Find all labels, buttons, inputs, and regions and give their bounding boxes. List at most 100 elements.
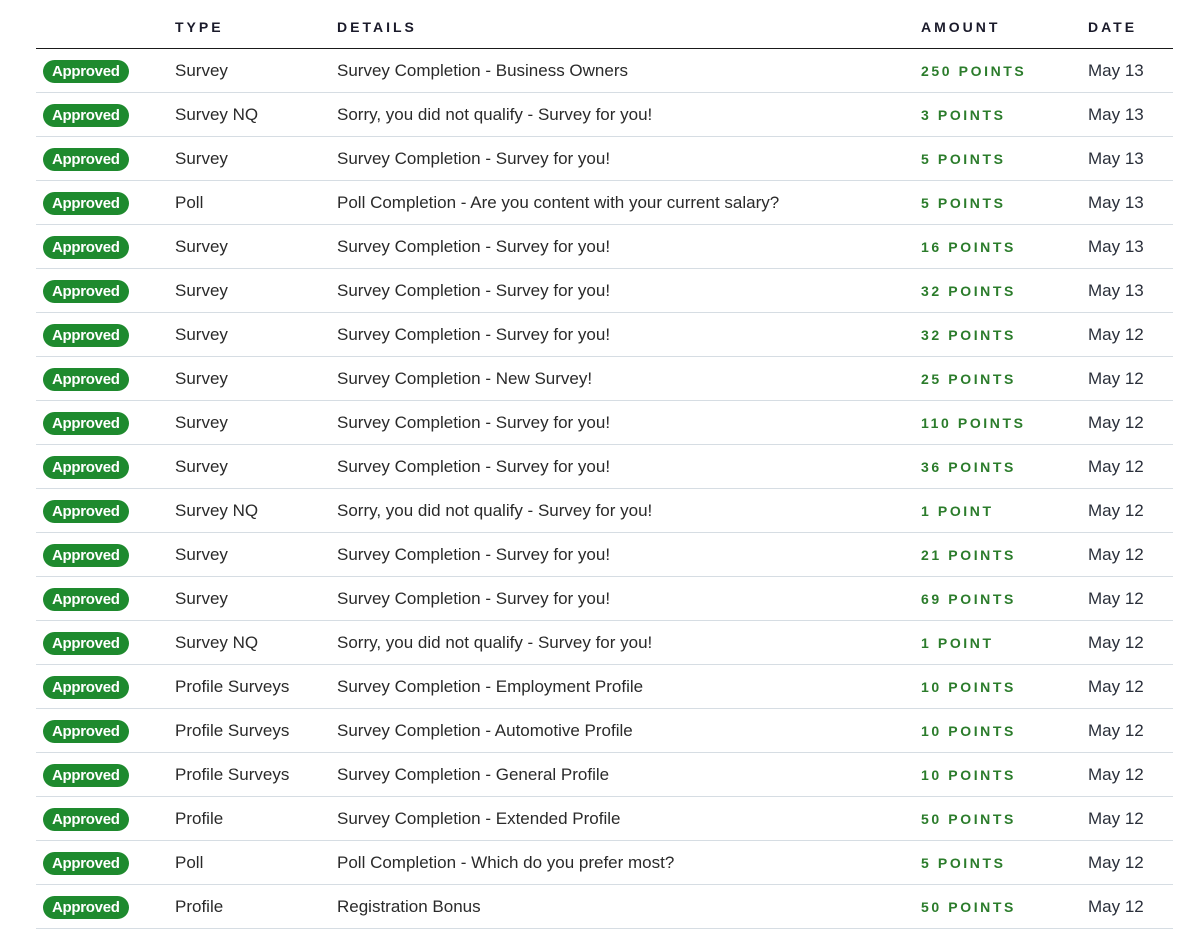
date-cell: May 13 bbox=[1088, 193, 1144, 212]
type-cell: Survey bbox=[175, 369, 228, 388]
status-badge: Approved bbox=[43, 852, 129, 875]
date-cell: May 13 bbox=[1088, 281, 1144, 300]
date-cell: May 12 bbox=[1088, 369, 1144, 388]
details-cell: Survey Completion - New Survey! bbox=[337, 369, 593, 388]
date-cell: May 12 bbox=[1088, 501, 1144, 520]
date-cell: May 12 bbox=[1088, 457, 1144, 476]
type-cell: Survey NQ bbox=[175, 105, 259, 124]
table-header: TYPE DETAILS AMOUNT DATE bbox=[36, 0, 1173, 49]
date-cell: May 12 bbox=[1088, 589, 1144, 608]
details-cell: Poll Completion - Are you content with y… bbox=[337, 193, 780, 212]
status-badge: Approved bbox=[43, 588, 129, 611]
amount-cell: 3 POINTS bbox=[921, 107, 1006, 123]
date-cell: May 12 bbox=[1088, 853, 1144, 872]
status-badge: Approved bbox=[43, 720, 129, 743]
amount-cell: 25 POINTS bbox=[921, 371, 1016, 387]
details-cell: Registration Bonus bbox=[337, 897, 481, 916]
amount-cell: 32 POINTS bbox=[921, 283, 1016, 299]
table-row: Approved Profile Registration Bonus 50 P… bbox=[36, 885, 1173, 929]
status-badge: Approved bbox=[43, 324, 129, 347]
amount-cell: 69 POINTS bbox=[921, 591, 1016, 607]
details-cell: Survey Completion - Survey for you! bbox=[337, 325, 611, 344]
type-cell: Profile bbox=[175, 897, 224, 916]
amount-cell: 5 POINTS bbox=[921, 151, 1006, 167]
amount-cell: 5 POINTS bbox=[921, 855, 1006, 871]
amount-cell: 10 POINTS bbox=[921, 723, 1016, 739]
status-badge: Approved bbox=[43, 104, 129, 127]
status-badge: Approved bbox=[43, 456, 129, 479]
status-badge: Approved bbox=[43, 412, 129, 435]
date-cell: May 12 bbox=[1088, 897, 1144, 916]
amount-cell: 50 POINTS bbox=[921, 899, 1016, 915]
table-row: Approved Survey Survey Completion - Surv… bbox=[36, 269, 1173, 313]
amount-cell: 16 POINTS bbox=[921, 239, 1016, 255]
amount-cell: 32 POINTS bbox=[921, 327, 1016, 343]
status-badge: Approved bbox=[43, 280, 129, 303]
column-header-date[interactable]: DATE bbox=[1088, 19, 1137, 35]
type-cell: Survey bbox=[175, 457, 228, 476]
date-cell: May 13 bbox=[1088, 105, 1144, 124]
table-row: Approved Survey Survey Completion - Surv… bbox=[36, 533, 1173, 577]
table-row: Approved Survey Survey Completion - Surv… bbox=[36, 137, 1173, 181]
details-cell: Poll Completion - Which do you prefer mo… bbox=[337, 853, 675, 872]
table-row: Approved Profile Surveys Survey Completi… bbox=[36, 753, 1173, 797]
details-cell: Survey Completion - General Profile bbox=[337, 765, 610, 784]
table-row: Approved Poll Poll Completion - Are you … bbox=[36, 181, 1173, 225]
type-cell: Survey bbox=[175, 413, 228, 432]
type-cell: Survey bbox=[175, 325, 228, 344]
type-cell: Survey NQ bbox=[175, 633, 259, 652]
details-cell: Survey Completion - Survey for you! bbox=[337, 149, 611, 168]
table-row: Approved Survey NQ Sorry, you did not qu… bbox=[36, 621, 1173, 665]
table-row: Approved Profile Survey Completion - Ext… bbox=[36, 797, 1173, 841]
status-badge: Approved bbox=[43, 500, 129, 523]
type-cell: Profile Surveys bbox=[175, 677, 290, 696]
details-cell: Survey Completion - Business Owners bbox=[337, 61, 629, 80]
details-cell: Survey Completion - Extended Profile bbox=[337, 809, 621, 828]
details-cell: Sorry, you did not qualify - Survey for … bbox=[337, 501, 653, 520]
date-cell: May 12 bbox=[1088, 633, 1144, 652]
column-header-amount[interactable]: AMOUNT bbox=[921, 19, 1000, 35]
type-cell: Poll bbox=[175, 853, 204, 872]
table-row: Approved Poll Poll Completion - Which do… bbox=[36, 841, 1173, 885]
table-body: Approved Survey Survey Completion - Busi… bbox=[36, 49, 1173, 929]
amount-cell: 250 POINTS bbox=[921, 63, 1027, 79]
type-cell: Survey bbox=[175, 545, 228, 564]
status-badge: Approved bbox=[43, 808, 129, 831]
details-cell: Survey Completion - Survey for you! bbox=[337, 413, 611, 432]
details-cell: Survey Completion - Survey for you! bbox=[337, 589, 611, 608]
table-row: Approved Survey Survey Completion - Surv… bbox=[36, 225, 1173, 269]
type-cell: Survey bbox=[175, 281, 228, 300]
column-header-type[interactable]: TYPE bbox=[175, 19, 224, 35]
table-row: Approved Survey NQ Sorry, you did not qu… bbox=[36, 489, 1173, 533]
table-row: Approved Survey Survey Completion - New … bbox=[36, 357, 1173, 401]
type-cell: Profile Surveys bbox=[175, 765, 290, 784]
type-cell: Survey bbox=[175, 149, 228, 168]
details-cell: Survey Completion - Survey for you! bbox=[337, 237, 611, 256]
amount-cell: 110 POINTS bbox=[921, 415, 1026, 431]
amount-cell: 1 POINT bbox=[921, 635, 994, 651]
details-cell: Survey Completion - Survey for you! bbox=[337, 281, 611, 300]
table-row: Approved Survey Survey Completion - Surv… bbox=[36, 445, 1173, 489]
status-badge: Approved bbox=[43, 544, 129, 567]
type-cell: Survey bbox=[175, 237, 228, 256]
details-cell: Survey Completion - Employment Profile bbox=[337, 677, 644, 696]
column-header-details[interactable]: DETAILS bbox=[337, 19, 417, 35]
details-cell: Survey Completion - Automotive Profile bbox=[337, 721, 633, 740]
amount-cell: 10 POINTS bbox=[921, 679, 1016, 695]
date-cell: May 12 bbox=[1088, 677, 1144, 696]
points-history-table: TYPE DETAILS AMOUNT DATE Approved Survey… bbox=[36, 0, 1173, 929]
status-badge: Approved bbox=[43, 60, 129, 83]
amount-cell: 50 POINTS bbox=[921, 811, 1016, 827]
status-badge: Approved bbox=[43, 368, 129, 391]
amount-cell: 1 POINT bbox=[921, 503, 994, 519]
details-cell: Survey Completion - Survey for you! bbox=[337, 545, 611, 564]
type-cell: Survey NQ bbox=[175, 501, 259, 520]
status-badge: Approved bbox=[43, 148, 129, 171]
details-cell: Sorry, you did not qualify - Survey for … bbox=[337, 633, 653, 652]
amount-cell: 5 POINTS bbox=[921, 195, 1006, 211]
amount-cell: 36 POINTS bbox=[921, 459, 1016, 475]
type-cell: Poll bbox=[175, 193, 204, 212]
date-cell: May 12 bbox=[1088, 721, 1144, 740]
details-cell: Survey Completion - Survey for you! bbox=[337, 457, 611, 476]
date-cell: May 12 bbox=[1088, 325, 1144, 344]
